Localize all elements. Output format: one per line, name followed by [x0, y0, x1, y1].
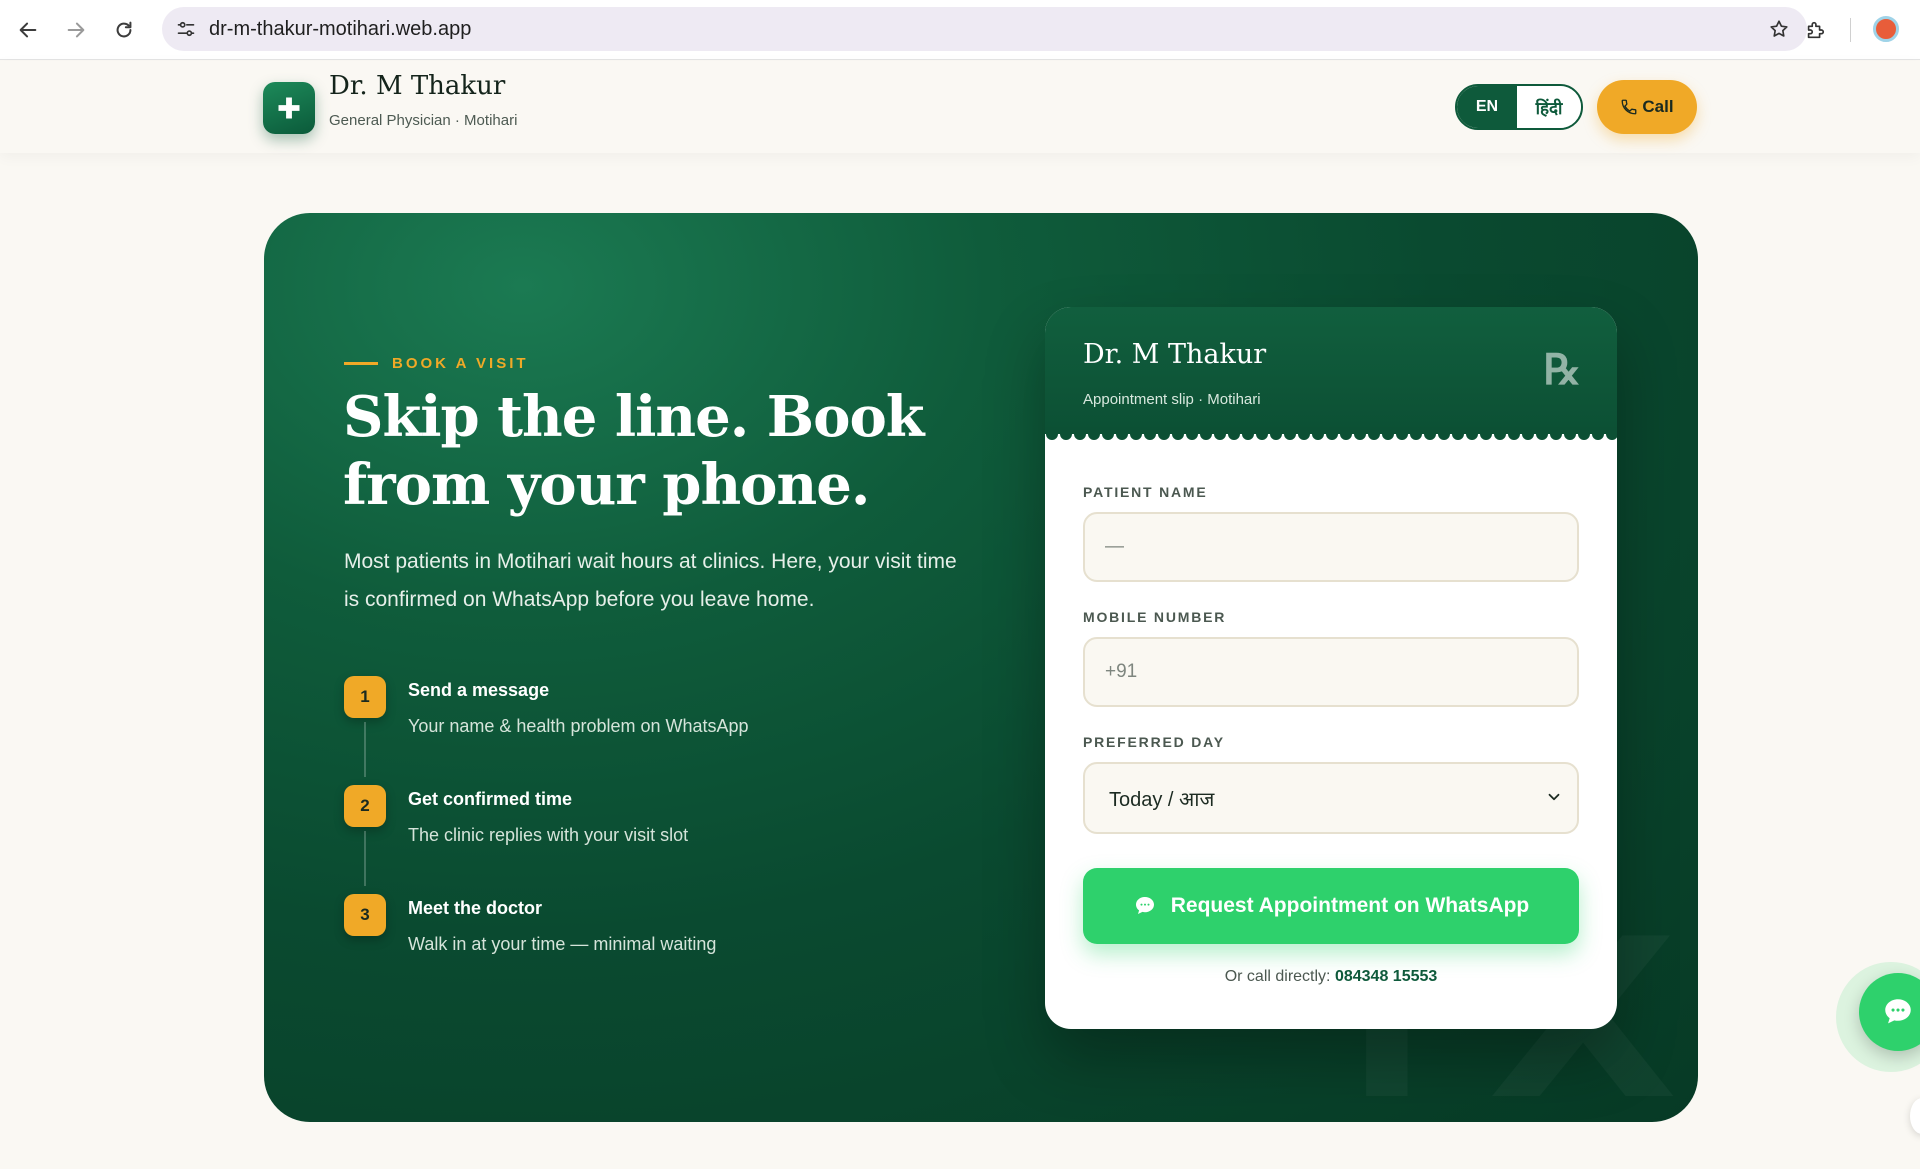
step-description: Walk in at your time — minimal waiting [408, 934, 717, 954]
site-info-button[interactable] [172, 15, 200, 43]
whatsapp-button-label: Request Appointment on WhatsApp [1170, 894, 1530, 917]
brand-subtitle: General Physician · Motihari [329, 112, 518, 129]
step-title: Get confirmed time [408, 789, 573, 809]
step-number: 1 [344, 676, 386, 718]
profile-avatar[interactable] [1873, 16, 1899, 42]
eyebrow-text: BOOK A VISIT [392, 355, 529, 372]
eyebrow-bar [344, 362, 378, 365]
hero-description: Most patients in Motihari wait hours at … [344, 550, 957, 611]
chat-bubble-icon [1885, 999, 1911, 1024]
call-directly-text: Or call directly: 084348 15553 [1045, 968, 1617, 986]
whatsapp-request-button[interactable]: Request Appointment on WhatsApp [1083, 868, 1579, 944]
step-connector [364, 722, 366, 777]
lang-en-button[interactable]: EN [1457, 86, 1517, 128]
language-toggle: EN हिंदी [1455, 84, 1583, 130]
forward-button[interactable] [58, 12, 94, 48]
brand-name: Dr. M Thakur [329, 71, 506, 101]
bookmark-button[interactable] [1765, 15, 1793, 43]
medical-cross-icon [278, 97, 300, 119]
patient-name-label: PATIENT NAME [1083, 484, 1208, 500]
preferred-day-value: Today / आज [1109, 788, 1215, 811]
patient-name-input[interactable] [1085, 514, 1577, 580]
step-number: 2 [344, 785, 386, 827]
address-bar[interactable]: dr-m-thakur-motihari.web.app [162, 7, 1807, 51]
hero-title: Skip the line. Book from your phone. [343, 384, 925, 518]
slip-doctor-name: Dr. M Thakur [1083, 339, 1267, 370]
tune-icon [177, 21, 195, 37]
chat-bubble-icon [1135, 897, 1154, 914]
rx-icon: ℞ [1543, 345, 1581, 394]
slip-scallop-edge [1045, 427, 1617, 441]
step-connector [364, 831, 366, 886]
slip-header: Dr. M Thakur Appointment slip · Motihari… [1045, 307, 1617, 433]
step-title: Meet the doctor [408, 898, 543, 918]
puzzle-icon [1807, 21, 1825, 39]
preferred-day-label: PREFERRED DAY [1083, 734, 1225, 750]
phone-icon [1621, 99, 1637, 115]
eyebrow: BOOK A VISIT [344, 355, 529, 372]
star-icon [1770, 20, 1788, 37]
step-number: 3 [344, 894, 386, 936]
call-directly-number[interactable]: 084348 15553 [1335, 968, 1437, 985]
clinic-logo[interactable] [263, 82, 315, 134]
back-button[interactable] [10, 12, 46, 48]
site-header: Dr. M Thakur General Physician · Motihar… [0, 61, 1920, 153]
chevron-down-icon [1548, 793, 1560, 801]
reload-button[interactable] [106, 12, 142, 48]
step-description: The clinic replies with your visit slot [408, 825, 689, 845]
mobile-number-input[interactable] [1085, 639, 1577, 705]
mobile-number-field[interactable] [1083, 637, 1579, 707]
lang-hindi-button[interactable]: हिंदी [1517, 86, 1581, 128]
call-directly-prefix: Or call directly: [1224, 968, 1331, 985]
slip-subtitle: Appointment slip · Motihari [1083, 391, 1261, 408]
arrow-left-icon [19, 22, 37, 38]
booking-hero: ℞ BOOK A VISIT Skip the line. Book from … [264, 213, 1698, 1122]
call-button[interactable]: Call [1597, 80, 1697, 134]
step-title: Send a message [408, 680, 550, 700]
preferred-day-select[interactable]: Today / आज [1083, 762, 1579, 834]
url-text[interactable]: dr-m-thakur-motihari.web.app [209, 18, 471, 41]
call-button-label: Call [1642, 97, 1674, 116]
patient-name-field[interactable] [1083, 512, 1579, 582]
step-description: Your name & health problem on WhatsApp [408, 716, 749, 736]
toolbar-divider [1850, 18, 1851, 42]
arrow-right-icon [67, 22, 85, 38]
mobile-number-label: MOBILE NUMBER [1083, 609, 1227, 625]
browser-toolbar: dr-m-thakur-motihari.web.app [0, 0, 1920, 60]
extensions-button[interactable] [1797, 12, 1833, 48]
appointment-slip: Dr. M Thakur Appointment slip · Motihari… [1045, 307, 1617, 1029]
scroll-top-button[interactable] [1910, 1098, 1920, 1134]
reload-icon [116, 21, 132, 38]
